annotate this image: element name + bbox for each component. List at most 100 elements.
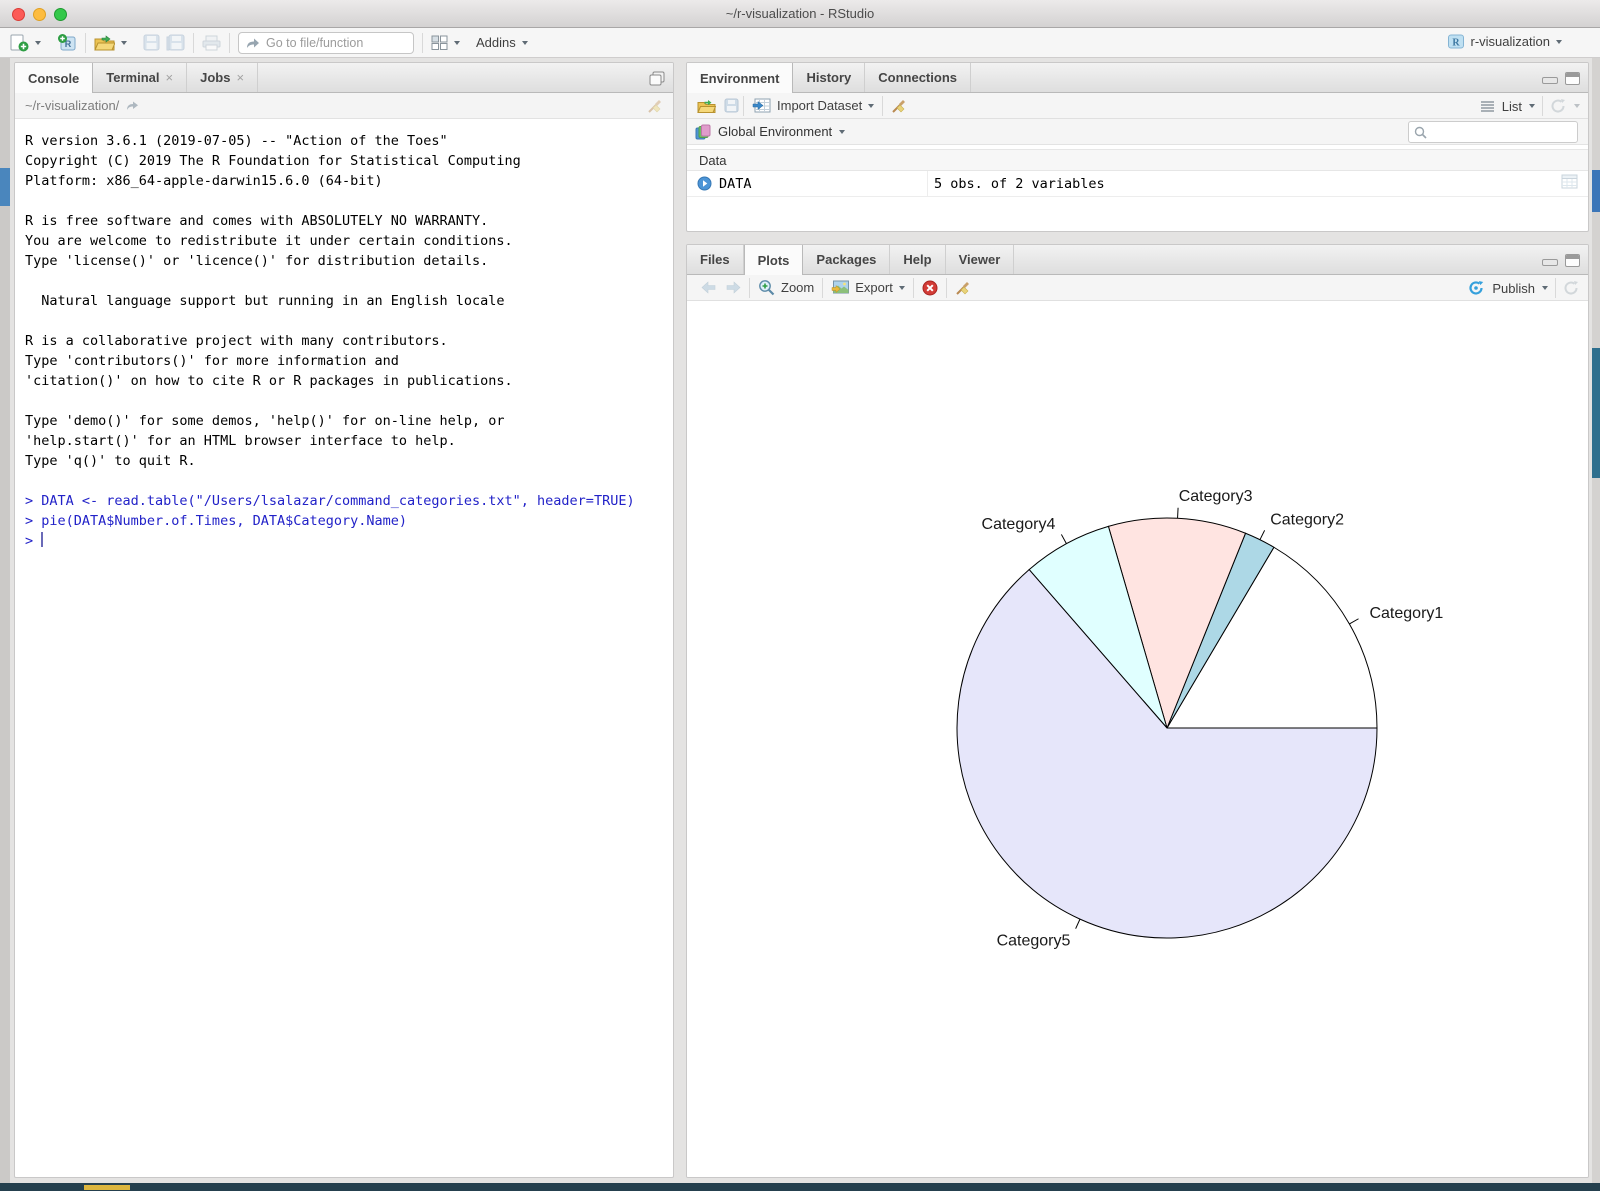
console-line: Type 'contributors()' for more informati… — [25, 351, 663, 371]
environment-scope-selector[interactable]: Global Environment — [718, 124, 832, 139]
print-icon[interactable] — [202, 35, 221, 51]
pie-chart: Category1Category2Category3Category4Cate… — [687, 301, 1589, 1178]
console-line — [25, 391, 663, 411]
table-row[interactable]: DATA 5 obs. of 2 variables — [687, 171, 1588, 197]
publish-icon[interactable] — [1468, 280, 1485, 296]
next-plot-arrow-icon[interactable] — [726, 281, 741, 294]
view-table-icon[interactable] — [1561, 174, 1578, 189]
console-line: Type 'q()' to quit R. — [25, 451, 663, 471]
tab-terminal[interactable]: Terminal× — [93, 63, 187, 92]
open-file-dropdown-caret[interactable] — [121, 41, 127, 45]
clear-console-broom-icon[interactable] — [647, 98, 663, 114]
load-workspace-icon[interactable] — [697, 99, 716, 113]
remove-plot-icon[interactable] — [922, 280, 938, 296]
goto-directory-arrow-icon[interactable] — [126, 100, 139, 111]
console-working-dir-row: ~/r-visualization/ — [15, 93, 673, 119]
console-line: Copyright (C) 2019 The R Foundation for … — [25, 151, 663, 171]
import-dataset-icon — [752, 98, 771, 113]
maximize-pane-icon[interactable] — [1565, 254, 1580, 267]
minimize-pane-icon[interactable] — [1542, 77, 1558, 84]
tab-environment[interactable]: Environment — [687, 63, 793, 93]
pane-layout-icon[interactable] — [431, 35, 448, 50]
tab-help[interactable]: Help — [890, 245, 945, 274]
list-view-caret[interactable] — [1529, 104, 1535, 108]
open-file-icon[interactable] — [94, 35, 115, 51]
minimize-window-button[interactable] — [33, 8, 46, 21]
maximize-pane-icon[interactable] — [1565, 72, 1580, 85]
environment-search-box[interactable] — [1408, 121, 1578, 143]
console-line: Platform: x86_64-apple-darwin15.6.0 (64-… — [25, 171, 663, 191]
environment-tabstrip: Environment History Connections — [687, 63, 1588, 93]
new-file-icon[interactable] — [10, 33, 29, 52]
titlebar: ~/r-visualization - RStudio — [0, 0, 1600, 28]
background-window-sliver-right — [1592, 58, 1600, 1183]
working-directory: ~/r-visualization/ — [25, 98, 119, 113]
refresh-plot-icon[interactable] — [1563, 280, 1580, 296]
close-terminal-tab-icon[interactable]: × — [166, 70, 174, 85]
refresh-environment-icon[interactable] — [1550, 98, 1567, 114]
console-line: > DATA <- read.table("/Users/lsalazar/co… — [25, 491, 663, 511]
project-chooser[interactable]: R r-visualization — [1447, 33, 1562, 50]
console-output[interactable]: R version 3.6.1 (2019-07-05) -- "Action … — [15, 119, 673, 563]
clear-all-plots-broom-icon[interactable] — [955, 280, 971, 296]
save-all-icon[interactable] — [166, 34, 185, 51]
console-line: > pie(DATA$Number.of.Times, DATA$Categor… — [25, 511, 663, 531]
pie-label-Category3: Category3 — [1179, 488, 1253, 505]
pie-label-tick — [1178, 508, 1179, 518]
pie-label-tick — [1076, 919, 1080, 929]
save-icon[interactable] — [143, 34, 160, 51]
search-icon — [1414, 126, 1427, 139]
console-line: Type 'license()' or 'licence()' for dist… — [25, 251, 663, 271]
tab-plots[interactable]: Plots — [744, 245, 804, 275]
maximize-pane-icon[interactable] — [649, 71, 665, 86]
console-line: R is free software and comes with ABSOLU… — [25, 211, 663, 231]
import-dataset-caret — [868, 104, 874, 108]
data-section-header: Data — [687, 149, 1588, 171]
refresh-dropdown-caret[interactable] — [1574, 104, 1580, 108]
new-project-icon[interactable]: R — [57, 33, 77, 52]
plots-pane: Files Plots Packages Help Viewer Zoom — [686, 244, 1589, 1178]
console-line: R version 3.6.1 (2019-07-05) -- "Action … — [25, 131, 663, 151]
export-dropdown-caret — [899, 286, 905, 290]
close-jobs-tab-icon[interactable]: × — [236, 70, 244, 85]
list-view-button[interactable]: List — [1502, 99, 1522, 114]
tab-files[interactable]: Files — [687, 245, 744, 274]
pie-label-tick — [1061, 534, 1066, 543]
addins-button[interactable]: Addins — [476, 35, 516, 50]
publish-button[interactable]: Publish — [1492, 281, 1535, 296]
zoom-window-button[interactable] — [54, 8, 67, 21]
desktop-bottom-strip — [0, 1183, 1600, 1191]
goto-placeholder: Go to file/function — [266, 36, 363, 50]
console-line: 'citation()' on how to cite R or R packa… — [25, 371, 663, 391]
tab-packages[interactable]: Packages — [803, 245, 890, 274]
goto-arrow-icon — [246, 37, 260, 49]
list-view-icon[interactable] — [1480, 100, 1495, 112]
environment-toolbar: Import Dataset List — [687, 93, 1588, 119]
close-window-button[interactable] — [12, 8, 25, 21]
console-line: Type 'demo()' for some demos, 'help()' f… — [25, 411, 663, 431]
main-toolbar: R Go to file/function — [0, 28, 1600, 58]
import-dataset-button[interactable]: Import Dataset — [744, 95, 882, 117]
tab-console[interactable]: Console — [15, 63, 93, 93]
addins-dropdown-caret[interactable] — [522, 41, 528, 45]
save-workspace-icon[interactable] — [724, 98, 739, 113]
tab-history[interactable]: History — [793, 63, 865, 92]
tab-viewer[interactable]: Viewer — [946, 245, 1015, 274]
plot-canvas: Category1Category2Category3Category4Cate… — [687, 301, 1588, 1178]
clear-environment-broom-icon[interactable] — [891, 98, 907, 114]
zoom-plot-button[interactable]: Zoom — [750, 277, 822, 299]
goto-file-search[interactable]: Go to file/function — [238, 32, 414, 54]
previous-plot-arrow-icon[interactable] — [701, 281, 716, 294]
tab-connections[interactable]: Connections — [865, 63, 971, 92]
pie-label-tick — [1260, 530, 1265, 539]
publish-dropdown-caret[interactable] — [1542, 286, 1548, 290]
tab-jobs[interactable]: Jobs× — [187, 63, 258, 92]
environment-scope-caret[interactable] — [839, 130, 845, 134]
export-plot-button[interactable]: Export — [823, 277, 913, 299]
expand-object-icon[interactable] — [697, 176, 712, 191]
pane-layout-dropdown-caret[interactable] — [454, 41, 460, 45]
new-file-dropdown-caret[interactable] — [35, 41, 41, 45]
background-window-sliver-left — [0, 58, 10, 1183]
console-line: R is a collaborative project with many c… — [25, 331, 663, 351]
minimize-pane-icon[interactable] — [1542, 259, 1558, 266]
